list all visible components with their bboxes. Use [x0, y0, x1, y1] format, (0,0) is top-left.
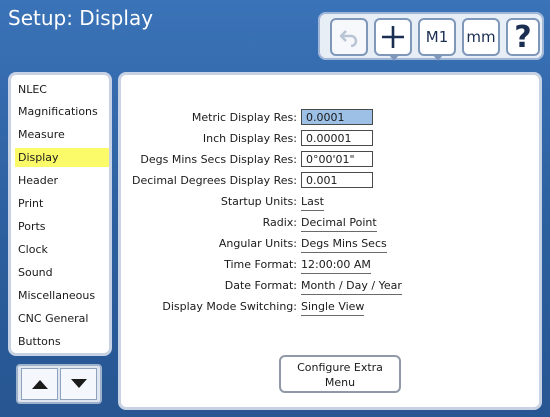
scroll-down-button[interactable]: [60, 368, 97, 400]
startup-units-selector[interactable]: Last: [301, 194, 324, 211]
dms-res-field[interactable]: 0°00'01": [301, 151, 373, 167]
arrow-up-icon: [31, 380, 48, 389]
configure-extra-menu-label-line2: Menu: [324, 376, 356, 389]
setup-display-screen: Setup: Display M1 mm ? NLEC Magnificatio…: [0, 0, 550, 417]
sidebar-item-clock[interactable]: Clock: [15, 240, 109, 259]
metric-res-label: Metric Display Res:: [191, 111, 297, 124]
radix-label: Radix:: [262, 216, 297, 229]
pin-indicator: [389, 55, 399, 61]
undo-button[interactable]: [330, 18, 368, 56]
time-format-selector[interactable]: 12:00:00 AM: [301, 257, 371, 274]
pin-indicator: [433, 55, 443, 61]
sidebar-item-sound[interactable]: Sound: [15, 263, 109, 282]
sidebar-item-buttons[interactable]: Buttons: [15, 332, 109, 351]
scroll-up-button[interactable]: [21, 368, 58, 400]
setting-row-date-format: Date Format: Month / Day / Year: [121, 277, 539, 297]
time-format-label: Time Format:: [224, 258, 297, 271]
units-button[interactable]: mm: [462, 18, 500, 56]
sidebar-item-print[interactable]: Print: [15, 194, 109, 213]
arrow-down-icon: [70, 379, 87, 388]
dd-res-label: Decimal Degrees Display Res:: [131, 174, 297, 187]
sidebar-item-measure[interactable]: Measure: [15, 125, 109, 144]
undo-icon: [339, 30, 358, 47]
display-settings-panel: Metric Display Res: 0.0001 Inch Display …: [118, 72, 542, 410]
inch-res-field[interactable]: 0.00001: [301, 130, 373, 146]
radix-selector[interactable]: Decimal Point: [301, 215, 377, 232]
date-format-label: Date Format:: [224, 279, 297, 292]
sidebar-item-magnifications[interactable]: Magnifications: [15, 102, 109, 121]
metric-res-field[interactable]: 0.0001: [301, 109, 373, 125]
sidebar-item-nlec[interactable]: NLEC: [15, 80, 109, 99]
sidebar-item-miscellaneous[interactable]: Miscellaneous: [15, 286, 109, 305]
setting-row-metric-res: Metric Display Res: 0.0001: [121, 109, 539, 129]
dd-res-field[interactable]: 0.001: [301, 172, 373, 188]
setting-row-startup-units: Startup Units: Last: [121, 193, 539, 213]
angular-units-label: Angular Units:: [218, 237, 297, 250]
help-button[interactable]: ?: [506, 18, 540, 56]
setting-row-angular-units: Angular Units: Degs Mins Secs: [121, 235, 539, 255]
sidebar-item-header[interactable]: Header: [15, 171, 109, 190]
m1-button[interactable]: M1: [418, 18, 456, 61]
sidebar-item-cnc-general[interactable]: CNC General: [15, 309, 109, 328]
inch-res-label: Inch Display Res:: [202, 132, 297, 145]
setting-row-inch-res: Inch Display Res: 0.00001: [121, 130, 539, 150]
configure-extra-menu-button[interactable]: Configure Extra Menu: [279, 355, 401, 393]
setting-row-display-mode: Display Mode Switching: Single View: [121, 298, 539, 318]
setting-row-radix: Radix: Decimal Point: [121, 214, 539, 234]
setting-row-dms-res: Degs Mins Secs Display Res: 0°00'01": [121, 151, 539, 171]
setting-row-dd-res: Decimal Degrees Display Res: 0.001: [121, 172, 539, 192]
date-format-selector[interactable]: Month / Day / Year: [301, 278, 402, 295]
display-mode-label: Display Mode Switching:: [162, 300, 297, 313]
angular-units-selector[interactable]: Degs Mins Secs: [301, 236, 387, 253]
setup-menu-list: NLEC Magnifications Measure Display Head…: [8, 72, 112, 356]
configure-extra-menu-label-line1: Configure Extra: [297, 361, 383, 374]
page-title: Setup: Display: [8, 6, 154, 30]
startup-units-label: Startup Units:: [220, 195, 297, 208]
m1-label: M1: [425, 28, 449, 46]
list-scroll-controls: [16, 364, 102, 404]
setting-row-time-format: Time Format: 12:00:00 AM: [121, 256, 539, 276]
help-icon: ?: [514, 19, 532, 55]
dms-res-label: Degs Mins Secs Display Res:: [140, 153, 297, 166]
units-label: mm: [466, 28, 496, 46]
display-mode-selector[interactable]: Single View: [301, 299, 365, 316]
toolbar: M1 mm ?: [318, 12, 544, 61]
add-feature-button[interactable]: [374, 18, 412, 61]
plus-icon: [382, 26, 404, 48]
sidebar-item-ports[interactable]: Ports: [15, 217, 109, 236]
sidebar-item-display[interactable]: Display: [15, 148, 109, 167]
